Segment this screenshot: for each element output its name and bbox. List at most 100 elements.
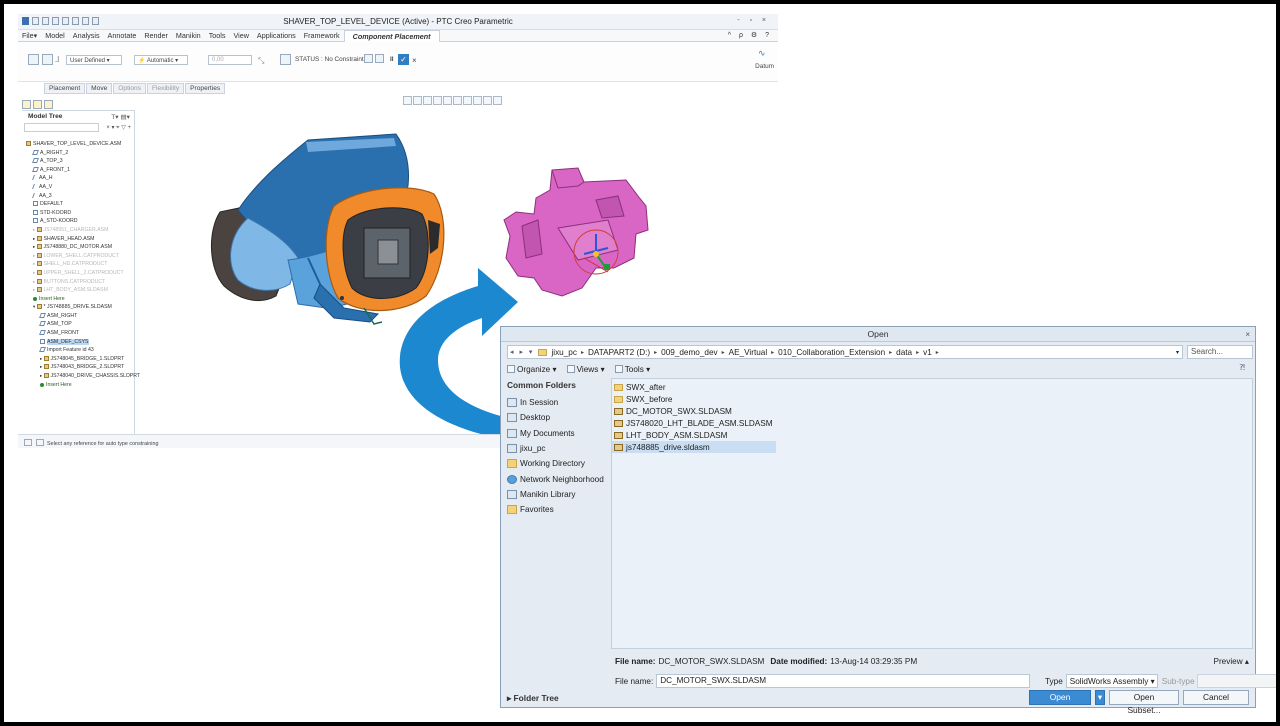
menu-render[interactable]: Render: [140, 31, 172, 40]
menu-tools[interactable]: Tools: [205, 31, 230, 40]
model-tree-tab-icon[interactable]: [22, 100, 31, 109]
breadcrumb-arrow-icon[interactable]: ▸: [771, 349, 774, 356]
zoom-in-icon[interactable]: [413, 96, 422, 105]
open-dropdown-button[interactable]: ▾: [1095, 690, 1105, 705]
model-tree-item[interactable]: AA_V: [22, 183, 134, 192]
common-folder-item[interactable]: jixu_pc: [507, 441, 607, 456]
constraint-type-select[interactable]: User Defined ▾: [66, 55, 122, 65]
model-tree-item[interactable]: ▸ LHT_BODY_ASM.SLDASM: [22, 286, 134, 295]
breadcrumb-segment[interactable]: 009_demo_dev: [661, 348, 717, 357]
breadcrumb-segment[interactable]: data: [896, 348, 912, 357]
assembly-icon[interactable]: [28, 54, 39, 65]
folder-item[interactable]: SWX_after: [612, 381, 776, 393]
model-tree-item[interactable]: STD-KOORD: [22, 209, 134, 218]
model-tree-item[interactable]: ▸ UPPER_SHELL_2.CATPRODUCT: [22, 269, 134, 278]
breadcrumb-arrow-icon[interactable]: ▸: [889, 349, 892, 356]
model-tree-item[interactable]: A_RIGHT_2: [22, 149, 134, 158]
preview-toggle[interactable]: Preview ▴: [1213, 656, 1249, 666]
model-tree-item[interactable]: Insert Here: [22, 295, 134, 304]
subtype-select[interactable]: [1196, 674, 1276, 688]
datum-icon[interactable]: ∿: [758, 48, 770, 58]
address-dropdown-icon[interactable]: ▾: [1176, 349, 1179, 356]
common-folder-item[interactable]: Desktop: [507, 410, 607, 425]
breadcrumb-segment[interactable]: v1: [923, 348, 932, 357]
file-name-input[interactable]: DC_MOTOR_SWX.SLDASM: [656, 674, 1031, 688]
model-tree-search-tools[interactable]: × ▾ ⌖ ▽ +: [106, 124, 131, 132]
address-bar[interactable]: ◂ ▸ ▾ jixu_pc ▸ DATAPART2 (D:) ▸ 009_demo_de…: [507, 345, 1183, 359]
common-folder-item[interactable]: Manikin Library: [507, 487, 607, 502]
file-item[interactable]: JS748020_LHT_BLADE_ASM.SLDASM: [612, 417, 776, 429]
views-menu[interactable]: Views ▾: [566, 364, 605, 374]
model-tree-item[interactable]: Import Feature id 43: [22, 346, 134, 355]
model-tree-item[interactable]: ▸ SHAVER_HEAD.ASM: [22, 235, 134, 244]
folder-item[interactable]: SWX_before: [612, 393, 776, 405]
flip-icon[interactable]: ⤡: [258, 56, 264, 66]
menu-analysis[interactable]: Analysis: [69, 31, 104, 40]
breadcrumb-segment[interactable]: jixu_pc: [551, 348, 577, 357]
model-tree-item[interactable]: ▸ JS748951_CHARGER.ASM: [22, 226, 134, 235]
model-tree-item[interactable]: A_TOP_3: [22, 157, 134, 166]
model-tree-item[interactable]: ASM_DEF_CSYS: [22, 338, 134, 347]
breadcrumb-arrow-icon[interactable]: ▸: [581, 349, 584, 356]
window-option-icon[interactable]: [364, 54, 373, 63]
nav-back-forward-icon[interactable]: ◂ ▸ ▾: [510, 348, 534, 356]
menu-view[interactable]: View: [229, 31, 252, 40]
display-icon[interactable]: [42, 54, 53, 65]
refit-icon[interactable]: [403, 96, 412, 105]
cancel-dialog-button[interactable]: Cancel: [1183, 690, 1249, 705]
subtab-properties[interactable]: Properties: [185, 83, 226, 94]
subtab-flexibility[interactable]: Flexibility: [147, 83, 185, 94]
offset-input[interactable]: 0,00: [208, 55, 252, 65]
model-tree-item[interactable]: AA_H: [22, 174, 134, 183]
view-manager-icon[interactable]: [463, 96, 472, 105]
model-tree-tools[interactable]: T▾ ▤▾: [111, 113, 130, 121]
model-tree-search-input[interactable]: [24, 123, 99, 132]
folder-browser-tab-icon[interactable]: [33, 100, 42, 109]
window-option-2-icon[interactable]: [375, 54, 384, 63]
breadcrumb-arrow-icon[interactable]: ▸: [916, 349, 919, 356]
file-item[interactable]: DC_MOTOR_SWX.SLDASM: [612, 405, 776, 417]
drive-part-model[interactable]: [503, 167, 649, 297]
open-button[interactable]: Open: [1029, 690, 1091, 705]
menu-framework[interactable]: Framework: [300, 31, 344, 40]
help-icon[interactable]: ⁈: [1239, 363, 1245, 372]
breadcrumb-arrow-icon[interactable]: ▸: [936, 349, 939, 356]
datum-label[interactable]: Datum: [755, 63, 774, 70]
type-select[interactable]: SolidWorks Assembly ▾: [1065, 674, 1158, 688]
search-input[interactable]: Search...: [1187, 345, 1253, 359]
menu-manikin[interactable]: Manikin: [172, 31, 205, 40]
annotation-display-icon[interactable]: [483, 96, 492, 105]
common-folder-item[interactable]: Favorites: [507, 502, 607, 517]
menu-model[interactable]: Model: [41, 31, 69, 40]
common-folder-item[interactable]: Network Neighborhood: [507, 471, 607, 486]
saved-views-icon[interactable]: [453, 96, 462, 105]
menu-applications[interactable]: Applications: [253, 31, 300, 40]
breadcrumb-segment[interactable]: AE_Virtual: [729, 348, 768, 357]
menu-annotate[interactable]: Annotate: [104, 31, 141, 40]
datum-display-icon[interactable]: [473, 96, 482, 105]
open-subset-button[interactable]: Open Subset...: [1109, 690, 1179, 715]
model-tree-item[interactable]: A_STD-KOORD: [22, 217, 134, 226]
model-tree-item[interactable]: ▸ JS748040_DRIVE_CHASSIS.SLDPRT: [22, 372, 140, 381]
confirm-button[interactable]: ✓: [398, 54, 409, 65]
zoom-out-icon[interactable]: [423, 96, 432, 105]
cancel-button[interactable]: ×: [412, 56, 417, 65]
model-tree-item[interactable]: ASM_FRONT: [22, 329, 134, 338]
common-folder-item[interactable]: Working Directory: [507, 456, 607, 471]
model-tree-item[interactable]: ASM_TOP: [22, 320, 134, 329]
model-tree-item[interactable]: ▸ BUTTONS.CATPRODUCT: [22, 278, 134, 287]
model-tree-item[interactable]: DEFAULT: [22, 200, 134, 209]
model-tree-item[interactable]: ▸ JS748045_BRIDGE_1.SLDPRT: [22, 355, 134, 364]
model-tree-item[interactable]: AA_3: [22, 192, 134, 201]
display-style-icon[interactable]: [443, 96, 452, 105]
placement-mode-select[interactable]: ⚡ Automatic ▾: [134, 55, 188, 65]
status-bar-icon[interactable]: [24, 439, 32, 446]
model-tree-item[interactable]: ASM_RIGHT: [22, 312, 134, 321]
window-controls[interactable]: - ▫ ×: [737, 17, 770, 24]
breadcrumb-segment[interactable]: 010_Collaboration_Extension: [778, 348, 885, 357]
file-item[interactable]: LHT_BODY_ASM.SLDASM: [612, 429, 776, 441]
model-tree-item[interactable]: SHAVER_TOP_LEVEL_DEVICE.ASM: [22, 140, 134, 149]
tab-component-placement[interactable]: Component Placement: [343, 29, 440, 42]
file-list[interactable]: SWX_after SWX_before DC_MOTOR_SWX.SLDASM JS…: [611, 378, 1253, 649]
subtab-move[interactable]: Move: [86, 83, 113, 94]
